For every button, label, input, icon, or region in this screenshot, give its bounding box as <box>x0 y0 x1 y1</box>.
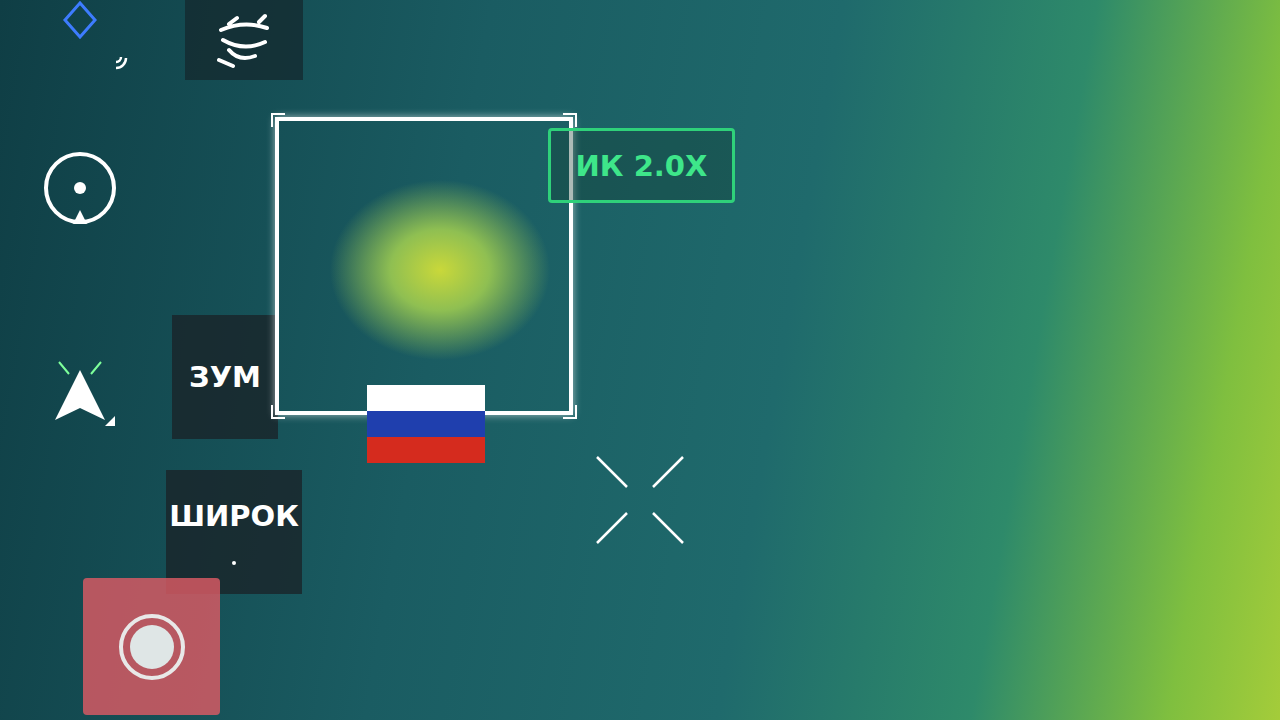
camera-view-label: ЗУМ <box>189 360 261 394</box>
diamond-icon[interactable] <box>60 0 100 40</box>
drone-icon <box>209 10 279 70</box>
camera-view-button[interactable]: ЗУМ <box>172 315 278 439</box>
drone-mode-button[interactable] <box>185 0 303 80</box>
ir-zoom-badge[interactable]: ИК 2.0X <box>548 128 735 203</box>
crosshair-icon <box>595 455 685 545</box>
navigation-arrow-icon <box>45 340 115 430</box>
record-button[interactable] <box>83 578 220 715</box>
flag-stripe <box>367 411 485 437</box>
record-icon <box>117 612 187 682</box>
location-target-icon[interactable] <box>40 148 120 228</box>
flag-stripe <box>367 437 485 463</box>
camera-view-button[interactable]: ШИРОК <box>166 470 302 594</box>
flag-stripe <box>367 385 485 411</box>
tracking-box[interactable] <box>275 117 573 415</box>
indicator-dot <box>232 561 236 565</box>
camera-view-label: ШИРОК <box>169 499 299 533</box>
drone-camera-screen: ЗУМ ШИРОК ИК 2.0X <box>0 0 1280 720</box>
signal-icon <box>112 42 142 72</box>
russian-flag-icon <box>367 385 485 463</box>
